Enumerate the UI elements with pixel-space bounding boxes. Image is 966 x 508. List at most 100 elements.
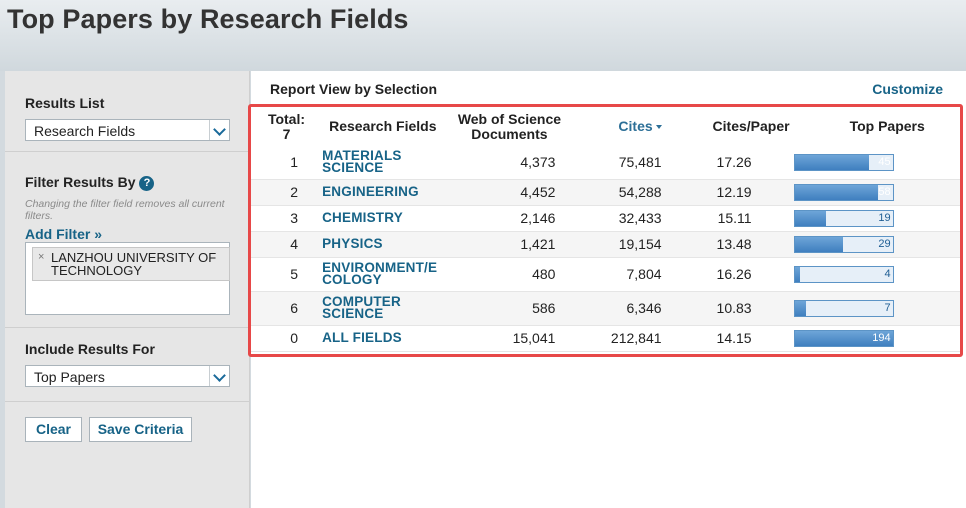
filter-section: Filter Results By? Changing the filter f…	[5, 152, 250, 328]
chevron-down-icon	[209, 366, 229, 386]
wos-documents-value[interactable]: 2,146	[447, 205, 562, 232]
customize-link[interactable]: Customize	[872, 81, 943, 97]
page-title: Top Papers by Research Fields	[7, 4, 409, 34]
top-papers-bar[interactable]: 19	[793, 209, 894, 227]
include-label: Include Results For	[25, 341, 155, 357]
top-papers-cell: 19	[789, 205, 960, 232]
top-papers-cell: 7	[789, 291, 960, 326]
field-link[interactable]: MATERIALS SCIENCE	[320, 146, 448, 180]
results-list-value: Research Fields	[34, 123, 136, 139]
row-rank: 0	[251, 325, 321, 352]
table-row: 5 ENVIRONMENT/E COLOGY 480 7,804 16.26 4	[251, 257, 960, 292]
wos-documents-value[interactable]: 1,421	[447, 231, 562, 258]
cites-per-paper-value: 12.19	[667, 179, 790, 206]
row-rank: 2	[251, 179, 321, 206]
field-link[interactable]: ALL FIELDS	[320, 325, 448, 352]
field-link[interactable]: ENVIRONMENT/E COLOGY	[320, 257, 448, 292]
table-row: 6 COMPUTER SCIENCE 586 6,346 10.83 7	[251, 291, 960, 326]
wos-documents-value[interactable]: 15,041	[447, 325, 562, 352]
wos-documents-value[interactable]: 4,373	[447, 146, 562, 180]
filter-chip-label: LANZHOU UNIVERSITY OF TECHNOLOGY	[51, 250, 217, 278]
field-link[interactable]: ENGINEERING	[320, 179, 448, 206]
row-rank: 6	[251, 291, 321, 326]
wos-documents-header[interactable]: Web of Science Documents	[447, 107, 561, 146]
row-rank: 1	[251, 146, 321, 180]
table-row: 1 MATERIALS SCIENCE 4,373 75,481 17.26 45	[251, 146, 960, 180]
cites-header[interactable]: Cites	[561, 107, 667, 146]
filter-chip: × LANZHOU UNIVERSITY OF TECHNOLOGY	[32, 247, 230, 281]
include-value: Top Papers	[34, 369, 105, 385]
help-icon[interactable]: ?	[139, 175, 155, 191]
report-view-label: Report View by Selection	[270, 81, 438, 97]
field-link[interactable]: CHEMISTRY	[320, 205, 448, 232]
top-papers-bar[interactable]: 58	[793, 183, 894, 201]
table-row: 2 ENGINEERING 4,452 54,288 12.19 58	[251, 179, 960, 206]
chevron-down-icon	[209, 120, 229, 140]
results-list-select[interactable]: Research Fields	[25, 119, 230, 141]
top-papers-count: 58	[878, 185, 891, 198]
top-papers-count: 45	[878, 155, 891, 168]
cites-per-paper-value: 16.26	[667, 257, 790, 292]
research-fields-header[interactable]: Research Fields	[320, 107, 447, 146]
cites-value[interactable]: 75,481	[561, 146, 668, 180]
cites-value[interactable]: 7,804	[561, 257, 668, 292]
sidebar: Results List Research Fields Filter Resu…	[5, 71, 250, 508]
top-papers-bar-fill	[794, 154, 869, 170]
sort-desc-icon	[655, 125, 662, 130]
top-papers-bar-fill	[794, 184, 878, 200]
top-papers-header[interactable]: Top Papers	[790, 107, 960, 146]
table-row: 4 PHYSICS 1,421 19,154 13.48 29	[251, 231, 960, 258]
main-panel: Report View by Selection Customize Total…	[248, 71, 966, 508]
top-papers-bar[interactable]: 194	[793, 329, 894, 347]
top-papers-bar-fill	[794, 300, 806, 316]
cites-per-paper-value: 13.48	[667, 231, 790, 258]
filter-note: Changing the filter field removes all cu…	[25, 198, 225, 222]
include-section: Include Results For Top Papers	[5, 328, 250, 402]
top-papers-bar[interactable]: 4	[793, 265, 894, 283]
top-papers-bar[interactable]: 45	[793, 153, 894, 171]
add-filter-link[interactable]: Add Filter »	[25, 226, 102, 242]
row-rank: 5	[251, 257, 321, 292]
top-papers-bar-fill	[794, 236, 843, 252]
results-table-frame: Total: 7 Research Fields Web of Science …	[248, 104, 963, 357]
top-papers-cell: 4	[789, 257, 960, 292]
cites-value[interactable]: 32,433	[561, 205, 668, 232]
table-header-row: Total: 7 Research Fields Web of Science …	[251, 107, 960, 146]
wos-documents-value[interactable]: 586	[447, 291, 562, 326]
results-list-label: Results List	[25, 95, 105, 111]
cites-value[interactable]: 54,288	[561, 179, 668, 206]
filter-label: Filter Results By?	[25, 174, 155, 191]
top-papers-bar-fill	[794, 210, 826, 226]
table-row: 3 CHEMISTRY 2,146 32,433 15.11 19	[251, 205, 960, 232]
top-papers-count: 4	[884, 267, 891, 280]
cites-per-paper-header[interactable]: Cites/Paper	[668, 107, 790, 146]
top-papers-bar[interactable]: 7	[793, 299, 894, 317]
top-papers-count: 194	[872, 331, 891, 344]
cites-value[interactable]: 212,841	[561, 325, 668, 352]
row-rank: 4	[251, 231, 321, 258]
cites-per-paper-value: 15.11	[667, 205, 790, 232]
cites-value[interactable]: 19,154	[561, 231, 668, 258]
remove-filter-icon[interactable]: ×	[38, 251, 44, 264]
filter-label-text: Filter Results By	[25, 174, 136, 190]
cites-per-paper-value: 14.15	[667, 325, 790, 352]
field-link[interactable]: PHYSICS	[320, 231, 448, 258]
cites-value[interactable]: 6,346	[561, 291, 668, 326]
results-table: Total: 7 Research Fields Web of Science …	[251, 107, 960, 352]
page-header: Top Papers by Research Fields	[0, 0, 966, 71]
top-papers-count: 19	[878, 211, 891, 224]
field-link-line: COLOGY	[322, 272, 382, 287]
row-rank: 3	[251, 205, 321, 232]
top-papers-bar[interactable]: 29	[793, 235, 894, 253]
top-papers-cell: 45	[789, 146, 960, 180]
field-link[interactable]: COMPUTER SCIENCE	[320, 291, 448, 326]
include-select[interactable]: Top Papers	[25, 365, 230, 387]
top-papers-cell: 194	[789, 325, 960, 352]
clear-button[interactable]: Clear	[25, 417, 82, 442]
filter-box: × LANZHOU UNIVERSITY OF TECHNOLOGY	[25, 242, 230, 315]
save-criteria-button[interactable]: Save Criteria	[89, 417, 192, 442]
total-header: Total: 7	[267, 110, 306, 142]
wos-documents-value[interactable]: 480	[447, 257, 562, 292]
wos-documents-value[interactable]: 4,452	[447, 179, 562, 206]
top-papers-bar-fill	[794, 266, 800, 282]
